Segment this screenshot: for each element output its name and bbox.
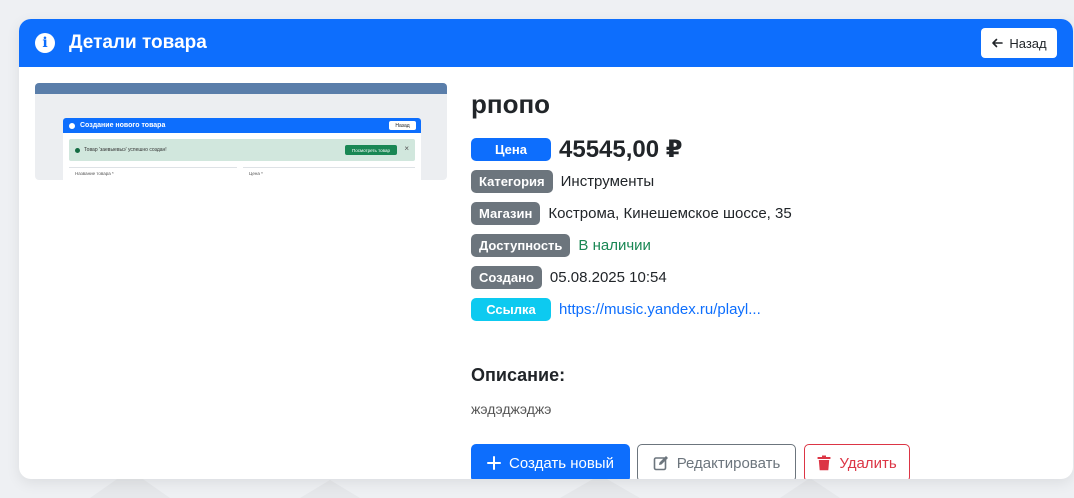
preview-field-line <box>69 167 237 168</box>
description-text: жэдэджэджэ <box>471 401 552 417</box>
category-row: Категория Инструменты <box>471 170 654 193</box>
edit-icon <box>653 456 668 471</box>
create-new-button[interactable]: Создать новый <box>471 444 630 479</box>
preview-check-icon <box>75 147 80 153</box>
store-value: Кострома, Кинешемское шоссе, 35 <box>548 205 792 222</box>
arrow-left-icon <box>992 38 1004 48</box>
preview-topbar <box>35 83 447 94</box>
created-row: Создано 05.08.2025 10:54 <box>471 266 667 289</box>
product-name: рпопо <box>471 89 551 119</box>
preview-alert-text: Товар 'заевыевыэ' успешно создан! <box>84 147 167 153</box>
link-badge: Ссылка <box>471 298 551 321</box>
category-badge: Категория <box>471 170 553 193</box>
page-title: Детали товара <box>69 32 207 53</box>
info-icon: i <box>35 33 55 53</box>
price-value: 45545,00 ₽ <box>559 136 683 163</box>
delete-label: Удалить <box>839 454 897 472</box>
preview-header: Создание нового товара Назад <box>63 118 421 133</box>
preview-alert-button: Посмотреть товар <box>345 145 397 155</box>
preview-inner-card: Создание нового товара Назад Товар 'заев… <box>63 118 421 180</box>
preview-info-icon <box>69 122 75 129</box>
back-button[interactable]: Назад <box>981 28 1057 58</box>
availability-value: В наличии <box>578 237 651 254</box>
preview-field-line <box>243 167 415 168</box>
edit-label: Редактировать <box>676 454 781 472</box>
product-details-card: i Детали товара Назад Создание нового то… <box>19 19 1073 479</box>
preview-field-label: Название товара * <box>75 171 114 176</box>
plus-icon <box>487 456 502 470</box>
product-image: Создание нового товара Назад Товар 'заев… <box>35 83 447 180</box>
created-badge: Создано <box>471 266 542 289</box>
preview-back-button: Назад <box>389 121 416 130</box>
store-badge: Магазин <box>471 202 541 225</box>
availability-row: Доступность В наличии <box>471 234 651 257</box>
preview-field-label: Цена * <box>249 171 263 176</box>
preview-close-icon: × <box>404 144 409 153</box>
availability-badge: Доступность <box>471 234 571 257</box>
product-link[interactable]: https://music.yandex.ru/playl... <box>559 301 761 318</box>
create-new-label: Создать новый <box>509 454 614 472</box>
price-row: Цена 45545,00 ₽ <box>471 135 682 164</box>
created-value: 05.08.2025 10:54 <box>549 269 667 286</box>
card-header: i Детали товара Назад <box>19 19 1073 67</box>
back-button-label: Назад <box>1009 35 1047 51</box>
store-row: Магазин Кострома, Кинешемское шоссе, 35 <box>471 202 792 225</box>
preview-title: Создание нового товара <box>80 122 166 129</box>
trash-icon <box>817 455 831 471</box>
description-title: Описание: <box>471 365 566 385</box>
price-badge: Цена <box>471 138 551 161</box>
edit-button[interactable]: Редактировать <box>637 444 796 479</box>
category-value: Инструменты <box>560 173 655 190</box>
preview-alert: Товар 'заевыевыэ' успешно создан! Посмот… <box>69 139 415 161</box>
link-row: Ссылка https://music.yandex.ru/playl... <box>471 298 761 321</box>
delete-button[interactable]: Удалить <box>804 444 910 479</box>
